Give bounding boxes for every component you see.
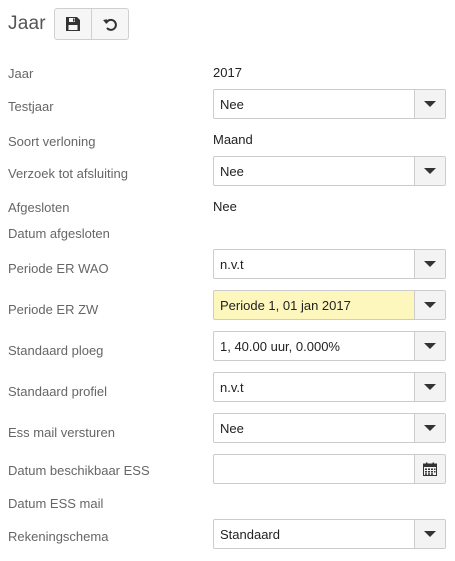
row-afgesloten: Afgesloten Nee [8,198,448,218]
label-datum-beschikbaar-ess: Datum beschikbaar ESS [8,463,150,478]
label-testjaar: Testjaar [8,99,54,114]
label-standaard-ploeg: Standaard ploeg [8,343,104,358]
caret-down-icon [424,261,436,267]
label-datum-ess-mail: Datum ESS mail [8,496,104,511]
caret-down-icon [424,425,436,431]
testjaar-dropdown-toggle[interactable] [414,90,445,118]
caret-down-icon [424,101,436,107]
rekeningschema-select-value: Standaard [220,527,280,542]
datum-beschikbaar-ess-calendar-button[interactable] [414,454,446,484]
save-icon [65,17,80,31]
standaard-ploeg-select-value: 1, 40.00 uur, 0.000% [220,339,340,354]
ess-mail-versturen-dropdown-toggle[interactable] [414,414,445,442]
undo-button[interactable] [90,9,128,39]
ess-mail-versturen-select[interactable]: Nee [213,413,446,443]
ess-mail-versturen-select-value: Nee [220,421,244,436]
label-rekeningschema: Rekeningschema [8,529,109,544]
row-periode-er-wao: Periode ER WAO n.v.t [8,249,448,279]
periode-er-zw-select-value: Periode 1, 01 jan 2017 [220,298,351,313]
toolbar [53,8,129,40]
row-testjaar: Testjaar Nee [8,89,448,119]
row-rekeningschema: Rekeningschema Standaard [8,519,448,549]
standaard-ploeg-dropdown-toggle[interactable] [414,332,445,360]
testjaar-select[interactable]: Nee [213,89,446,119]
caret-down-icon [424,302,436,308]
periode-er-wao-select[interactable]: n.v.t [213,249,446,279]
calendar-icon [423,462,437,476]
rekeningschema-select[interactable]: Standaard [213,519,446,549]
periode-er-wao-dropdown-toggle[interactable] [414,250,445,278]
caret-down-icon [424,168,436,174]
label-standaard-profiel: Standaard profiel [8,384,108,399]
rekeningschema-dropdown-toggle[interactable] [414,520,445,548]
row-datum-ess-mail: Datum ESS mail [8,494,448,514]
row-periode-er-zw: Periode ER ZW Periode 1, 01 jan 2017 [8,290,448,320]
periode-er-wao-select-value: n.v.t [220,257,244,272]
row-verzoek-tot-afsluiting: Verzoek tot afsluiting Nee [8,156,448,186]
page-title: Jaar [8,13,46,34]
page-header: Jaar [8,8,129,40]
caret-down-icon [424,531,436,537]
caret-down-icon [424,384,436,390]
verzoek-tot-afsluiting-select-value: Nee [220,164,244,179]
label-afgesloten: Afgesloten [8,200,70,215]
label-verzoek-tot-afsluiting: Verzoek tot afsluiting [8,166,128,181]
caret-down-icon [424,343,436,349]
periode-er-zw-dropdown-toggle[interactable] [414,291,445,319]
verzoek-tot-afsluiting-dropdown-toggle[interactable] [414,157,445,185]
undo-icon [102,18,117,31]
label-datum-afgesloten: Datum afgesloten [8,226,110,241]
label-ess-mail-versturen: Ess mail versturen [8,425,115,440]
value-jaar: 2017 [213,65,242,80]
label-periode-er-wao: Periode ER WAO [8,261,109,276]
label-jaar: Jaar [8,66,34,81]
periode-er-zw-select[interactable]: Periode 1, 01 jan 2017 [213,290,446,320]
datum-beschikbaar-ess-input[interactable] [213,454,415,484]
testjaar-select-value: Nee [220,97,244,112]
save-button[interactable] [55,9,91,39]
label-periode-er-zw: Periode ER ZW [8,302,99,317]
verzoek-tot-afsluiting-select[interactable]: Nee [213,156,446,186]
standaard-profiel-select-value: n.v.t [220,380,244,395]
row-datum-afgesloten: Datum afgesloten [8,224,448,244]
row-datum-beschikbaar-ess: Datum beschikbaar ESS [8,454,448,484]
row-standaard-ploeg: Standaard ploeg 1, 40.00 uur, 0.000% [8,331,448,361]
row-standaard-profiel: Standaard profiel n.v.t [8,372,448,402]
standaard-ploeg-select[interactable]: 1, 40.00 uur, 0.000% [213,331,446,361]
row-ess-mail-versturen: Ess mail versturen Nee [8,413,448,443]
row-jaar: Jaar 2017 [8,64,448,84]
standaard-profiel-select[interactable]: n.v.t [213,372,446,402]
standaard-profiel-dropdown-toggle[interactable] [414,373,445,401]
value-soort-verloning: Maand [213,132,253,147]
row-soort-verloning: Soort verloning Maand [8,130,448,150]
label-soort-verloning: Soort verloning [8,134,96,149]
value-afgesloten: Nee [213,199,237,214]
